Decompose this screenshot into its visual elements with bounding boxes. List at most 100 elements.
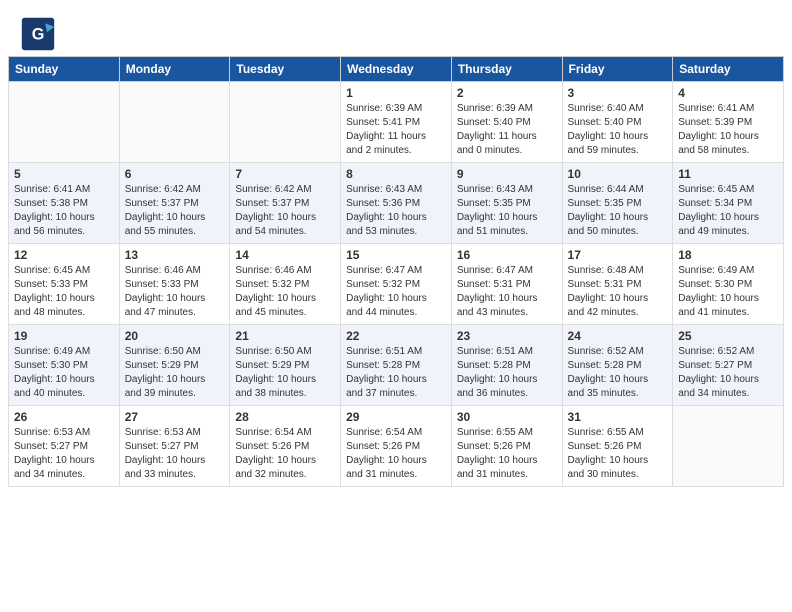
- calendar-cell: 5 Sunrise: 6:41 AM Sunset: 5:38 PM Daylig…: [9, 163, 120, 244]
- page-header: G: [0, 0, 792, 56]
- weekday-header: Thursday: [451, 57, 562, 82]
- day-info: Sunrise: 6:54 AM Sunset: 5:26 PM Dayligh…: [235, 426, 335, 482]
- day-info: Sunrise: 6:47 AM Sunset: 5:31 PM Dayligh…: [457, 264, 557, 320]
- calendar-cell: 3 Sunrise: 6:40 AM Sunset: 5:40 PM Daylig…: [562, 82, 673, 163]
- calendar-cell: 1 Sunrise: 6:39 AM Sunset: 5:41 PM Daylig…: [341, 82, 452, 163]
- calendar-cell: 22Sunrise: 6:51 AM Sunset: 5:28 PM Dayli…: [341, 325, 452, 406]
- calendar-cell: 8 Sunrise: 6:43 AM Sunset: 5:36 PM Daylig…: [341, 163, 452, 244]
- calendar-cell: [9, 82, 120, 163]
- day-info: Sunrise: 6:47 AM Sunset: 5:32 PM Dayligh…: [346, 264, 446, 320]
- calendar-cell: 28 Sunrise: 6:54 AM Sunset: 5:26 PM Dayli…: [230, 406, 341, 487]
- day-number: 27: [125, 410, 225, 424]
- day-number: 20: [125, 329, 225, 343]
- day-info: Sunrise: 6:49 AM Sunset: 5:30 PM Dayligh…: [14, 345, 114, 401]
- day-number: 8: [346, 167, 446, 181]
- day-info: Sunrise: 6:55 AM Sunset: 5:26 PM Dayligh…: [457, 426, 557, 482]
- calendar-cell: 2 Sunrise: 6:39 AM Sunset: 5:40 PM Daylig…: [451, 82, 562, 163]
- day-number: 30: [457, 410, 557, 424]
- day-info: Sunrise: 6:48 AM Sunset: 5:31 PM Dayligh…: [568, 264, 668, 320]
- day-info: Sunrise: 6:42 AM Sunset: 5:37 PM Dayligh…: [125, 183, 225, 239]
- day-info: Sunrise: 6:53 AM Sunset: 5:27 PM Dayligh…: [14, 426, 114, 482]
- day-info: Sunrise: 6:39 AM Sunset: 5:40 PM Dayligh…: [457, 102, 557, 158]
- calendar-cell: 11 Sunrise: 6:45 AM Sunset: 5:34 PM Dayli…: [673, 163, 784, 244]
- day-number: 3: [568, 86, 668, 100]
- day-number: 26: [14, 410, 114, 424]
- svg-text:G: G: [32, 25, 45, 43]
- day-number: 16: [457, 248, 557, 262]
- day-info: Sunrise: 6:40 AM Sunset: 5:40 PM Dayligh…: [568, 102, 668, 158]
- calendar-cell: 27Sunrise: 6:53 AM Sunset: 5:27 PM Dayli…: [119, 406, 230, 487]
- weekday-header: Tuesday: [230, 57, 341, 82]
- day-number: 5: [14, 167, 114, 181]
- day-info: Sunrise: 6:46 AM Sunset: 5:33 PM Dayligh…: [125, 264, 225, 320]
- calendar-cell: 18Sunrise: 6:49 AM Sunset: 5:30 PM Dayli…: [673, 244, 784, 325]
- day-number: 25: [678, 329, 778, 343]
- calendar-cell: 13 Sunrise: 6:46 AM Sunset: 5:33 PM Dayli…: [119, 244, 230, 325]
- day-info: Sunrise: 6:52 AM Sunset: 5:27 PM Dayligh…: [678, 345, 778, 401]
- day-info: Sunrise: 6:43 AM Sunset: 5:35 PM Dayligh…: [457, 183, 557, 239]
- calendar-cell: 31Sunrise: 6:55 AM Sunset: 5:26 PM Dayli…: [562, 406, 673, 487]
- day-number: 2: [457, 86, 557, 100]
- day-info: Sunrise: 6:45 AM Sunset: 5:33 PM Dayligh…: [14, 264, 114, 320]
- day-number: 12: [14, 248, 114, 262]
- weekday-header: Friday: [562, 57, 673, 82]
- day-number: 17: [568, 248, 668, 262]
- day-number: 22: [346, 329, 446, 343]
- calendar-cell: 29Sunrise: 6:54 AM Sunset: 5:26 PM Dayli…: [341, 406, 452, 487]
- day-number: 31: [568, 410, 668, 424]
- day-number: 9: [457, 167, 557, 181]
- day-number: 14: [235, 248, 335, 262]
- day-number: 28: [235, 410, 335, 424]
- day-info: Sunrise: 6:42 AM Sunset: 5:37 PM Dayligh…: [235, 183, 335, 239]
- day-info: Sunrise: 6:39 AM Sunset: 5:41 PM Dayligh…: [346, 102, 446, 158]
- day-info: Sunrise: 6:43 AM Sunset: 5:36 PM Dayligh…: [346, 183, 446, 239]
- day-number: 21: [235, 329, 335, 343]
- calendar-cell: [673, 406, 784, 487]
- calendar-cell: 6 Sunrise: 6:42 AM Sunset: 5:37 PM Daylig…: [119, 163, 230, 244]
- day-info: Sunrise: 6:54 AM Sunset: 5:26 PM Dayligh…: [346, 426, 446, 482]
- weekday-header: Sunday: [9, 57, 120, 82]
- day-info: Sunrise: 6:45 AM Sunset: 5:34 PM Dayligh…: [678, 183, 778, 239]
- day-info: Sunrise: 6:46 AM Sunset: 5:32 PM Dayligh…: [235, 264, 335, 320]
- day-number: 4: [678, 86, 778, 100]
- calendar-cell: [119, 82, 230, 163]
- calendar-cell: 24 Sunrise: 6:52 AM Sunset: 5:28 PM Dayli…: [562, 325, 673, 406]
- calendar-cell: 7 Sunrise: 6:42 AM Sunset: 5:37 PM Daylig…: [230, 163, 341, 244]
- day-number: 7: [235, 167, 335, 181]
- weekday-header: Saturday: [673, 57, 784, 82]
- day-info: Sunrise: 6:49 AM Sunset: 5:30 PM Dayligh…: [678, 264, 778, 320]
- day-number: 19: [14, 329, 114, 343]
- day-info: Sunrise: 6:50 AM Sunset: 5:29 PM Dayligh…: [125, 345, 225, 401]
- day-number: 15: [346, 248, 446, 262]
- calendar-cell: [230, 82, 341, 163]
- day-number: 23: [457, 329, 557, 343]
- logo: G: [20, 16, 62, 52]
- calendar-cell: 9 Sunrise: 6:43 AM Sunset: 5:35 PM Daylig…: [451, 163, 562, 244]
- calendar-cell: 23 Sunrise: 6:51 AM Sunset: 5:28 PM Dayli…: [451, 325, 562, 406]
- weekday-header: Wednesday: [341, 57, 452, 82]
- day-number: 6: [125, 167, 225, 181]
- calendar-cell: 16 Sunrise: 6:47 AM Sunset: 5:31 PM Dayli…: [451, 244, 562, 325]
- day-number: 10: [568, 167, 668, 181]
- calendar-cell: 10 Sunrise: 6:44 AM Sunset: 5:35 PM Dayli…: [562, 163, 673, 244]
- calendar-cell: 17 Sunrise: 6:48 AM Sunset: 5:31 PM Dayli…: [562, 244, 673, 325]
- calendar-cell: 12 Sunrise: 6:45 AM Sunset: 5:33 PM Dayli…: [9, 244, 120, 325]
- day-info: Sunrise: 6:41 AM Sunset: 5:39 PM Dayligh…: [678, 102, 778, 158]
- calendar-cell: 15 Sunrise: 6:47 AM Sunset: 5:32 PM Dayli…: [341, 244, 452, 325]
- day-number: 1: [346, 86, 446, 100]
- weekday-header: Monday: [119, 57, 230, 82]
- day-info: Sunrise: 6:50 AM Sunset: 5:29 PM Dayligh…: [235, 345, 335, 401]
- day-info: Sunrise: 6:41 AM Sunset: 5:38 PM Dayligh…: [14, 183, 114, 239]
- day-info: Sunrise: 6:52 AM Sunset: 5:28 PM Dayligh…: [568, 345, 668, 401]
- calendar-cell: 26 Sunrise: 6:53 AM Sunset: 5:27 PM Dayli…: [9, 406, 120, 487]
- calendar-table: SundayMondayTuesdayWednesdayThursdayFrid…: [8, 56, 784, 487]
- day-info: Sunrise: 6:51 AM Sunset: 5:28 PM Dayligh…: [457, 345, 557, 401]
- calendar-cell: 21 Sunrise: 6:50 AM Sunset: 5:29 PM Dayli…: [230, 325, 341, 406]
- logo-icon: G: [20, 16, 56, 52]
- calendar-cell: 19 Sunrise: 6:49 AM Sunset: 5:30 PM Dayli…: [9, 325, 120, 406]
- day-number: 13: [125, 248, 225, 262]
- day-info: Sunrise: 6:44 AM Sunset: 5:35 PM Dayligh…: [568, 183, 668, 239]
- day-number: 11: [678, 167, 778, 181]
- calendar-cell: 14 Sunrise: 6:46 AM Sunset: 5:32 PM Dayli…: [230, 244, 341, 325]
- day-number: 24: [568, 329, 668, 343]
